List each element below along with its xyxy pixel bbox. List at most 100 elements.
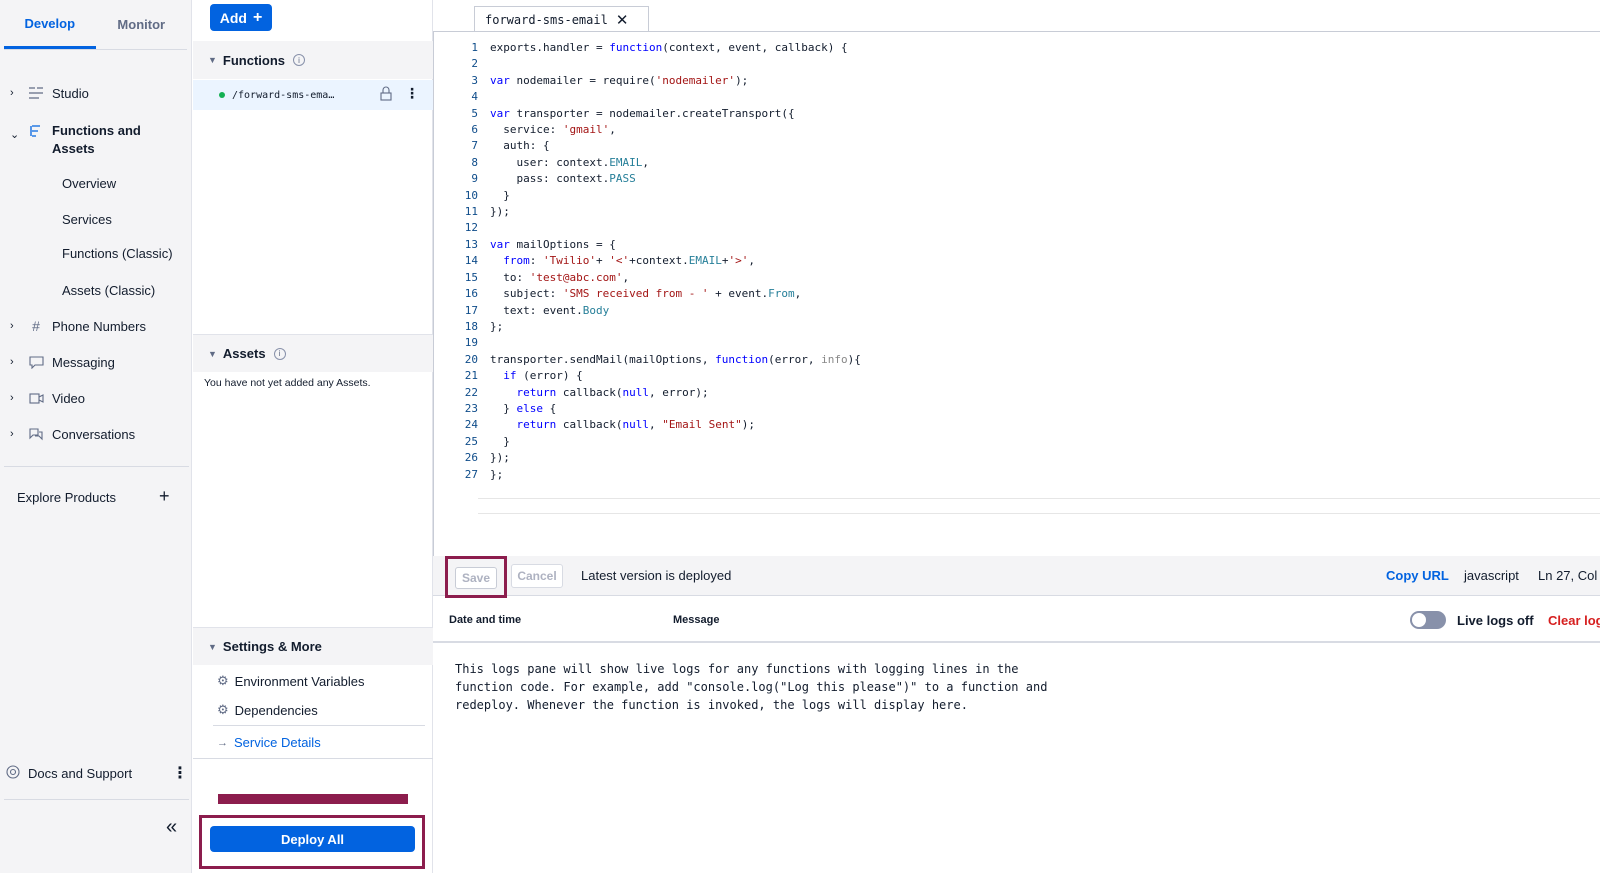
sub-label: Overview (62, 176, 117, 191)
chevron-right-icon: › (10, 428, 14, 440)
caret-down-icon: ▼ (208, 348, 217, 359)
logs-message: This logs pane will show live logs for a… (455, 662, 1048, 712)
code-editor: forward-sms-email ✕ 1 2 3 4 5 6 7 8 9 10… (433, 0, 1600, 873)
language-selector[interactable]: javascript (1464, 568, 1519, 583)
logs-header: Date and time Message Live logs off Clea… (433, 597, 1600, 643)
nav-label: Phone Numbers (52, 319, 146, 334)
live-logs-toggle[interactable] (1410, 611, 1446, 629)
settings-label: Dependencies (234, 702, 318, 718)
docs-and-support-link[interactable]: Docs and Support (6, 765, 132, 782)
nav-item-video[interactable]: › Video (0, 391, 85, 406)
tab-develop[interactable]: Develop (4, 0, 96, 49)
chevron-right-icon: › (10, 392, 14, 404)
nav-label: Studio (52, 86, 89, 101)
toggle-knob (1412, 613, 1426, 627)
assets-empty-text: You have not yet added any Assets. (204, 377, 371, 389)
highlight-bar (218, 794, 408, 804)
clear-logs-button[interactable]: Clear logs (1548, 613, 1600, 628)
more-options-icon[interactable]: ⋮ (172, 763, 188, 783)
close-icon[interactable]: ✕ (616, 11, 629, 29)
conversations-icon (28, 427, 44, 441)
current-line-highlight (478, 498, 1600, 514)
nav-item-messaging[interactable]: › Messaging (0, 355, 115, 370)
nav-label: Messaging (52, 355, 115, 370)
explore-products-link[interactable]: Explore Products (17, 490, 116, 505)
column-message: Message (673, 614, 720, 626)
function-item[interactable]: /forward-sms-ema… ⋮ (193, 80, 433, 110)
column-date-time: Date and time (449, 614, 522, 626)
add-label: Add (219, 9, 247, 26)
divider (4, 799, 189, 800)
sidebar-item-overview[interactable]: Overview (0, 176, 116, 191)
live-logs-label: Live logs off (1457, 613, 1534, 628)
deploy-all-button[interactable]: Deploy All (210, 826, 415, 852)
code-content[interactable]: exports.handler = function(context, even… (490, 40, 861, 483)
sidebar-item-services[interactable]: Services (0, 212, 112, 227)
more-options-icon[interactable]: ⋮ (405, 86, 419, 102)
line-numbers: 1 2 3 4 5 6 7 8 9 10 11 12 13 14 15 16 1… (464, 41, 478, 481)
sidebar-item-functions-classic[interactable]: › Functions (Classic) (0, 246, 173, 261)
tab-title: forward-sms-email (485, 12, 608, 27)
info-icon[interactable]: i (273, 347, 286, 360)
chevron-down-icon: ⌄ (10, 129, 20, 141)
visibility-lock-icon[interactable] (379, 86, 393, 104)
function-path: /forward-sms-ema… (232, 89, 335, 101)
copy-url-button[interactable]: Copy URL (1386, 568, 1449, 583)
dependencies-item[interactable]: ⚙ Dependencies (217, 702, 318, 718)
section-title: Settings & More (222, 639, 322, 654)
caret-down-icon: ▼ (208, 55, 217, 65)
divider (193, 758, 433, 759)
chat-icon (28, 355, 44, 369)
video-icon (28, 391, 44, 405)
add-button[interactable]: Add + (210, 4, 272, 31)
service-details-link[interactable]: → Service Details (217, 735, 321, 750)
functions-section-header[interactable]: ▼ Functions i (193, 41, 433, 79)
info-icon[interactable]: i (293, 54, 306, 66)
section-title: Functions (222, 52, 286, 68)
save-highlight-box: Save (445, 556, 507, 598)
plus-icon: + (252, 8, 263, 26)
save-button[interactable]: Save (455, 567, 497, 589)
settings-label: Environment Variables (234, 673, 365, 689)
caret-down-icon: ▼ (208, 641, 217, 652)
divider (213, 725, 425, 726)
sub-label: Assets (Classic) (62, 283, 156, 298)
docs-label: Docs and Support (28, 766, 133, 781)
deployed-status-dot (219, 92, 225, 98)
nav-item-phone-numbers[interactable]: › # Phone Numbers (0, 318, 146, 334)
nav-item-conversations[interactable]: › Conversations (0, 427, 135, 442)
gear-icon: ⚙ (217, 673, 229, 688)
left-navigation: Develop Monitor › Studio ⌄ Functions and… (0, 0, 192, 873)
deploy-highlight-box: Deploy All (199, 815, 425, 869)
nav-label: Video (52, 391, 86, 406)
sub-label: Services (62, 212, 112, 227)
functions-icon (28, 124, 44, 138)
environment-variables-item[interactable]: ⚙ Environment Variables (217, 673, 364, 689)
assets-section-header[interactable]: ▼ Assets i (193, 334, 433, 372)
sidebar-item-assets-classic[interactable]: Assets (Classic) (0, 283, 155, 298)
nav-tabs: Develop Monitor (4, 0, 187, 50)
lifebuoy-icon (6, 765, 20, 782)
sub-label: Functions (Classic) (62, 246, 173, 261)
nav-item-studio[interactable]: › Studio (0, 86, 89, 101)
editor-file-tab[interactable]: forward-sms-email ✕ (474, 6, 649, 32)
plus-icon[interactable]: + (159, 486, 170, 507)
studio-icon (28, 86, 44, 100)
cursor-position: Ln 27, Col 3 (1538, 568, 1600, 583)
gear-icon: ⚙ (217, 702, 229, 717)
code-area[interactable]: 1 2 3 4 5 6 7 8 9 10 11 12 13 14 15 16 1… (433, 31, 1600, 556)
service-details-label: Service Details (234, 735, 321, 750)
tab-monitor[interactable]: Monitor (96, 0, 188, 49)
nav-item-functions-and-assets[interactable]: ⌄ Functions and Assets (0, 122, 180, 158)
collapse-sidebar-icon[interactable]: « (166, 816, 177, 839)
nav-label: Functions and Assets (52, 123, 141, 156)
hash-icon: # (32, 318, 40, 334)
cancel-button[interactable]: Cancel (511, 564, 563, 588)
chevron-right-icon: › (10, 87, 14, 99)
functions-panel: Add + ▼ Functions i /forward-sms-ema… ⋮ … (193, 0, 433, 873)
deploy-status-text: Latest version is deployed (581, 568, 732, 583)
section-title: Assets (222, 346, 266, 361)
divider (4, 466, 189, 467)
editor-toolbar: Save Cancel Latest version is deployed C… (433, 556, 1600, 598)
settings-section-header[interactable]: ▼ Settings & More (193, 627, 433, 665)
